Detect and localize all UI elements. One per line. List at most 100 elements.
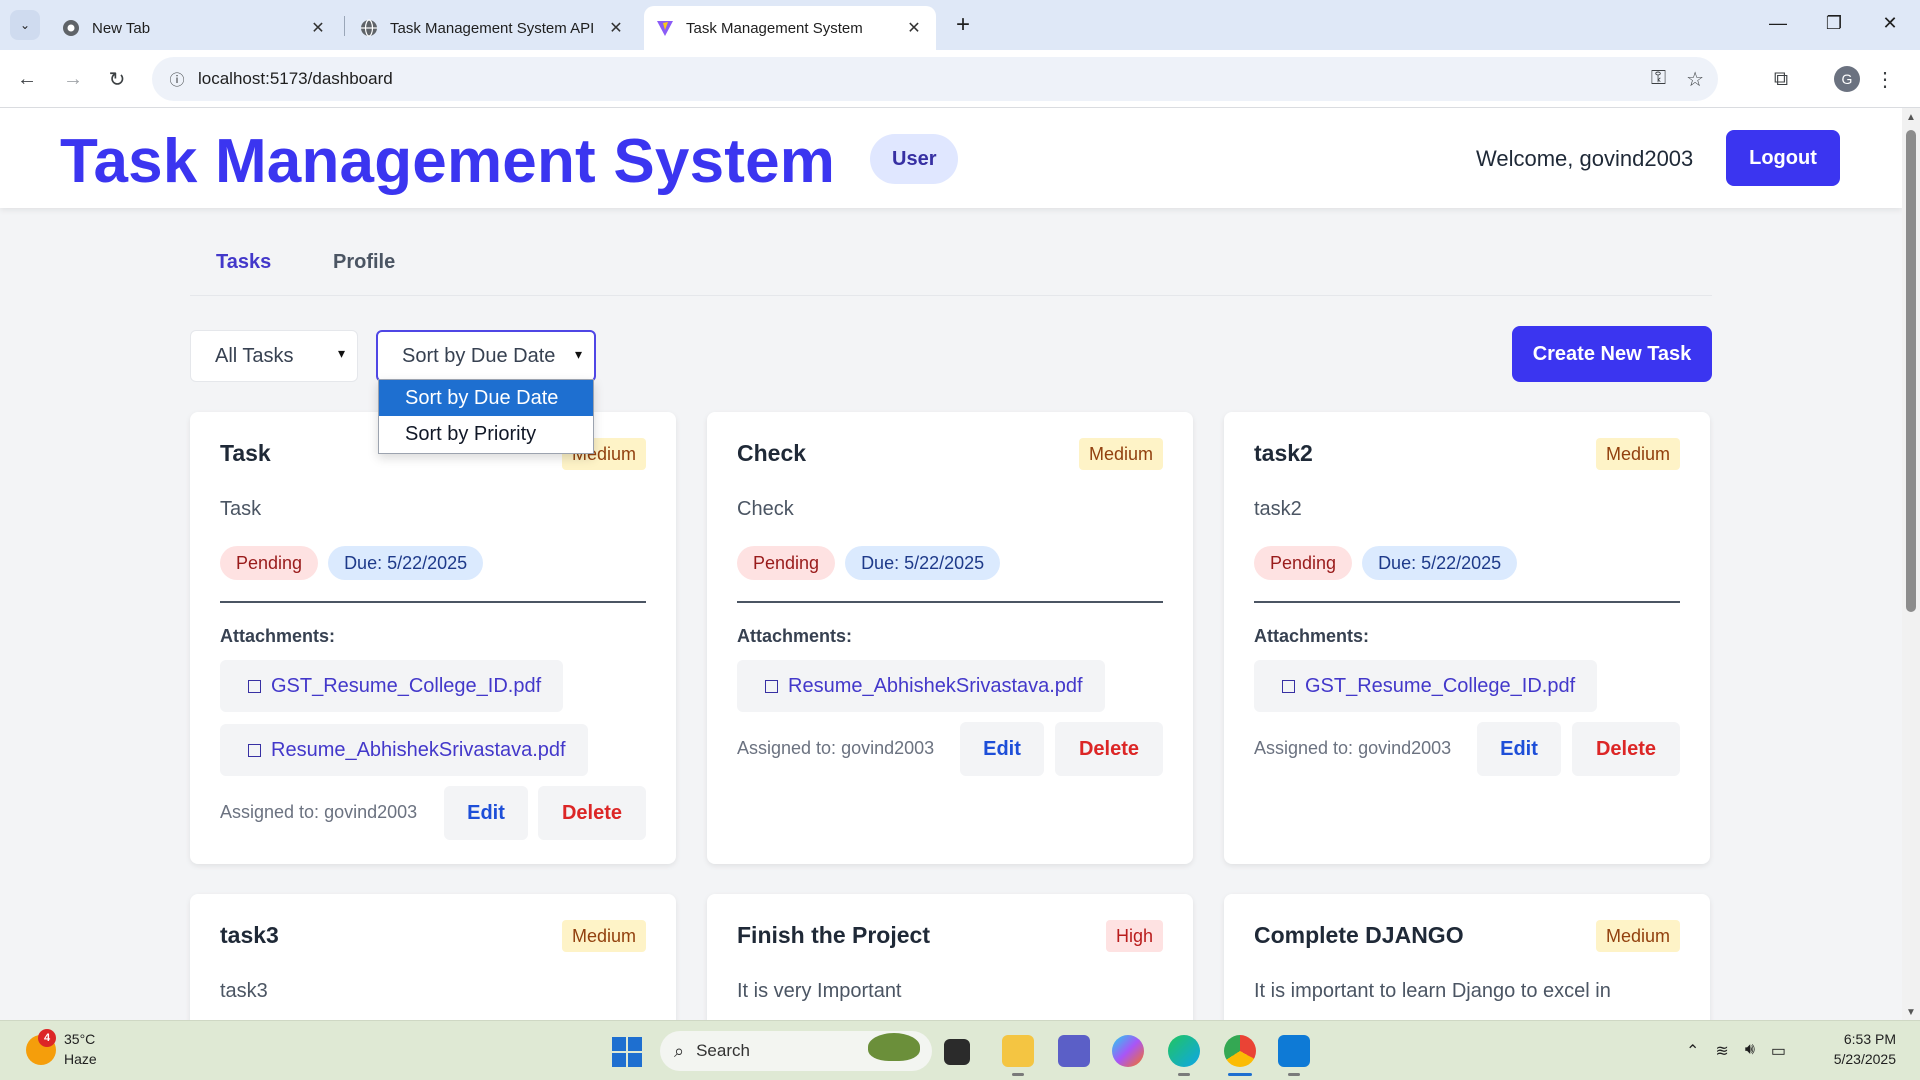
chevron-down-icon: ▾: [337, 345, 345, 361]
close-tab-icon[interactable]: ✕: [606, 18, 626, 38]
task-description: It is important to learn Django to excel…: [1254, 980, 1611, 1002]
document-icon: [1282, 679, 1295, 693]
task-title: Complete DJANGO: [1254, 922, 1464, 948]
url-text[interactable]: localhost:5173/dashboard: [198, 69, 393, 89]
delete-button[interactable]: Delete: [1055, 722, 1163, 776]
task-meta: Pending Due: 5/22/2025: [1254, 546, 1518, 580]
edit-button[interactable]: Edit: [1477, 722, 1561, 776]
reload-icon[interactable]: ↻: [100, 62, 134, 96]
tab-profile[interactable]: Profile: [333, 228, 395, 296]
scroll-down-arrow-icon[interactable]: ▼: [1906, 1007, 1916, 1018]
assigned-to: Assigned to: govind2003: [1254, 738, 1452, 758]
attachment-link[interactable]: Resume_AbhishekSrivastava.pdf: [220, 724, 588, 776]
browser-menu-icon[interactable]: ⋮: [1870, 64, 1900, 94]
sort-option-due-date[interactable]: Sort by Due Date: [379, 380, 593, 416]
dashboard-tabs: Tasks Profile: [190, 228, 1712, 296]
system-tray: ⌃ ≋ 🔊︎ ▭: [1686, 1041, 1786, 1061]
search-icon: ⌕: [674, 1040, 685, 1061]
task-view-icon[interactable]: [944, 1039, 970, 1065]
tab-search-chevron-icon[interactable]: ⌄: [10, 10, 40, 40]
tray-overflow-chevron-icon[interactable]: ⌃: [1686, 1041, 1699, 1061]
address-bar[interactable]: ⓘ localhost:5173/dashboard ⚿ ☆: [152, 57, 1718, 101]
browser-tab-task-management[interactable]: Task Management System ✕: [644, 6, 936, 50]
running-indicator: [1178, 1073, 1190, 1076]
tab-tasks[interactable]: Tasks: [216, 228, 271, 296]
edge-icon[interactable]: [1168, 1035, 1200, 1067]
clock-date[interactable]: 5/23/2025: [1806, 1051, 1896, 1067]
vscode-icon[interactable]: [1278, 1035, 1310, 1067]
site-info-icon[interactable]: ⓘ: [156, 69, 198, 90]
back-arrow-icon[interactable]: ←: [10, 62, 44, 96]
task-description: It is very Important: [737, 980, 902, 1002]
password-key-icon[interactable]: ⚿: [1651, 67, 1666, 92]
battery-icon[interactable]: ▭: [1771, 1041, 1786, 1061]
browser-toolbar: ← → ↻ ⓘ localhost:5173/dashboard ⚿ ☆ ⧉ ⋮: [0, 50, 1920, 108]
running-indicator: [1288, 1073, 1300, 1076]
weather-temperature[interactable]: 35°C: [64, 1031, 95, 1047]
task-title: task2: [1254, 440, 1313, 466]
create-task-button[interactable]: Create New Task: [1512, 326, 1712, 382]
active-app-indicator: [1228, 1073, 1252, 1076]
due-date-badge: Due: 5/22/2025: [845, 546, 1001, 580]
attachment-link[interactable]: GST_Resume_College_ID.pdf: [220, 660, 564, 712]
delete-button[interactable]: Delete: [1572, 722, 1680, 776]
file-explorer-icon[interactable]: [1002, 1035, 1034, 1067]
attachment-filename: GST_Resume_College_ID.pdf: [1305, 674, 1576, 697]
restore-icon[interactable]: ❐: [1814, 8, 1854, 38]
task-card: Complete DJANGO Medium It is important t…: [1224, 894, 1710, 1020]
delete-button[interactable]: Delete: [538, 786, 646, 840]
close-tab-icon[interactable]: ✕: [308, 18, 328, 38]
edit-button[interactable]: Edit: [960, 722, 1044, 776]
chrome-icon: [62, 19, 80, 37]
page-scrollbar[interactable]: ▲ ▼: [1902, 108, 1920, 1020]
attachments-label: Attachments:: [1254, 626, 1370, 646]
new-tab-button[interactable]: +: [948, 10, 978, 40]
browser-tab-new-tab[interactable]: New Tab ✕: [50, 6, 340, 50]
close-window-icon[interactable]: ✕: [1870, 8, 1910, 38]
weather-condition[interactable]: Haze: [64, 1051, 97, 1067]
chevron-down-icon: ▾: [574, 346, 582, 362]
task-title: task3: [220, 922, 279, 948]
attachment-link[interactable]: Resume_AbhishekSrivastava.pdf: [737, 660, 1105, 712]
clock-time[interactable]: 6:53 PM: [1826, 1031, 1896, 1047]
document-icon: [765, 679, 778, 693]
browser-tab-api[interactable]: Task Management System API ✕: [348, 6, 638, 50]
sort-select[interactable]: Sort by Due Date ▾: [376, 330, 596, 382]
assigned-to: Assigned to: govind2003: [737, 738, 935, 758]
sort-option-priority[interactable]: Sort by Priority: [379, 416, 593, 452]
running-indicator: [1012, 1073, 1024, 1076]
copilot-icon[interactable]: [1112, 1035, 1144, 1067]
card-divider: [737, 601, 1163, 603]
card-divider: [1254, 601, 1680, 603]
scrollbar-thumb[interactable]: [1906, 130, 1916, 612]
task-card: Finish the Project High It is very Impor…: [707, 894, 1193, 1020]
app-title: Task Management System: [60, 127, 836, 196]
attachment-filename: Resume_AbhishekSrivastava.pdf: [788, 674, 1083, 697]
profile-avatar[interactable]: G: [1834, 66, 1860, 92]
bookmark-star-icon[interactable]: ☆: [1686, 67, 1704, 92]
app-header: Task Management System User Welcome, gov…: [0, 108, 1902, 208]
priority-badge: Medium: [1595, 438, 1680, 470]
teams-icon[interactable]: [1058, 1035, 1090, 1067]
tab-divider: [344, 16, 345, 36]
task-card: task2 Medium task2 Pending Due: 5/22/202…: [1224, 412, 1710, 864]
search-placeholder: Search: [696, 1041, 750, 1060]
status-filter-select[interactable]: All Tasks ▾: [190, 330, 358, 382]
attachment-link[interactable]: GST_Resume_College_ID.pdf: [1254, 660, 1598, 712]
forward-arrow-icon[interactable]: →: [56, 62, 90, 96]
windows-start-icon[interactable]: [612, 1037, 642, 1067]
volume-icon[interactable]: 🔊︎: [1745, 1041, 1755, 1061]
wifi-icon[interactable]: ≋: [1715, 1041, 1728, 1061]
minimize-icon[interactable]: —: [1758, 8, 1798, 38]
weather-alert-badge: 4: [38, 1029, 56, 1047]
scroll-up-arrow-icon[interactable]: ▲: [1906, 112, 1916, 123]
edit-button[interactable]: Edit: [444, 786, 528, 840]
logout-button[interactable]: Logout: [1726, 130, 1840, 186]
task-description: Check: [737, 498, 794, 520]
close-tab-icon[interactable]: ✕: [904, 18, 924, 38]
priority-badge: Medium: [561, 920, 646, 952]
extensions-puzzle-icon[interactable]: ⧉: [1766, 64, 1796, 94]
status-badge: Pending: [1254, 546, 1353, 580]
card-divider: [220, 601, 646, 603]
chrome-icon[interactable]: [1224, 1035, 1256, 1067]
